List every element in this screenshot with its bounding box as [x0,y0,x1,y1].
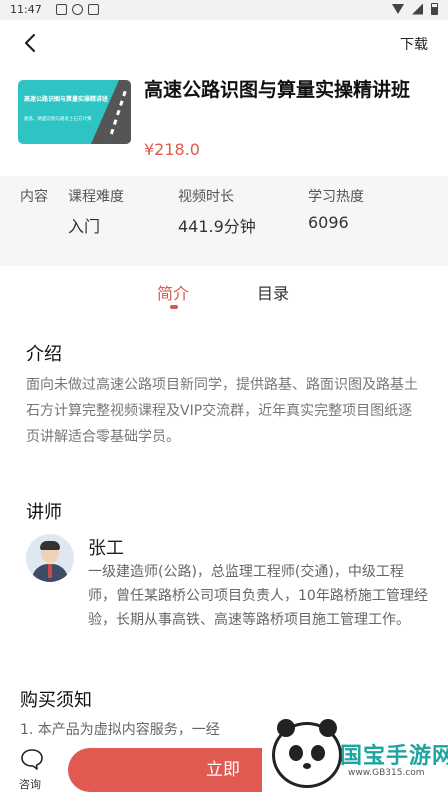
meta-section-label: 内容 [20,189,48,205]
meta-value-difficulty: 入门 [68,217,101,236]
teacher-avatar [26,534,74,582]
meta-label-popularity: 学习热度 [308,189,364,205]
wifi-icon [392,4,404,14]
course-title: 高速公路识图与算量实操精讲班 [144,79,411,101]
meta-label-difficulty: 课程难度 [68,189,124,205]
course-cover-image: 高速公路识图与算量实操精讲班 路基、路面识图与路基土石方计算 [18,80,131,144]
intro-heading: 介绍 [26,344,62,365]
cover-subtitle: 路基、路面识图与路基土石方计算 [24,117,92,122]
watermark-url: www.GB315.com [348,768,425,778]
teacher-name: 张工 [88,538,124,559]
status-time: 11:47 [10,3,42,16]
status-notification-icons [56,4,99,15]
section-divider [0,246,448,266]
tab-catalog[interactable]: 目录 [257,280,289,304]
meta-value-popularity: 6096 [308,213,349,232]
notification-icon [88,4,99,15]
signal-icon [412,3,423,15]
cover-title: 高速公路识图与算量实操精讲班 [24,96,109,103]
meta-label-duration: 视频时长 [178,189,234,205]
back-arrow-icon[interactable] [20,32,42,54]
purchase-notice-heading: 购买须知 [20,690,92,711]
watermark: 国宝手游网 www.GB315.com [262,700,448,798]
notification-icon [72,4,83,15]
battery-icon [431,3,438,15]
status-system-icons [392,3,438,15]
teacher-heading: 讲师 [26,502,62,523]
intro-text: 面向未做过高速公路项目新同学，提供路基、路面识图及路基土石方计算完整视频课程及V… [26,377,418,445]
top-bar: 下载 [0,20,448,66]
watermark-name: 国宝手游网 [340,744,448,769]
active-tab-indicator [170,305,178,309]
purchase-notice-text: 1. 本产品为虚拟内容服务，一经 [20,722,220,738]
download-button[interactable]: 下载 [400,34,428,54]
tab-bar: 简介 目录 [0,268,448,312]
course-meta: 内容 课程难度 入门 视频时长 441.9分钟 学习热度 6096 [0,176,448,246]
consult-button-label[interactable]: 咨询 [19,776,41,792]
chat-bubble-icon[interactable] [20,748,44,770]
meta-value-duration: 441.9分钟 [178,217,256,236]
panda-logo [272,719,342,788]
status-bar: 11:47 [0,0,448,20]
course-header: 高速公路识图与算量实操精讲班 路基、路面识图与路基土石方计算 高速公路识图与算量… [0,66,448,174]
teacher-bio: 一级建造师(公路)，总监理工程师(交通)，中级工程师，曾任某路桥公司项目负责人，… [88,564,428,628]
notification-icon [56,4,67,15]
tab-intro[interactable]: 简介 [157,280,189,304]
course-price: ¥218.0 [144,140,200,159]
